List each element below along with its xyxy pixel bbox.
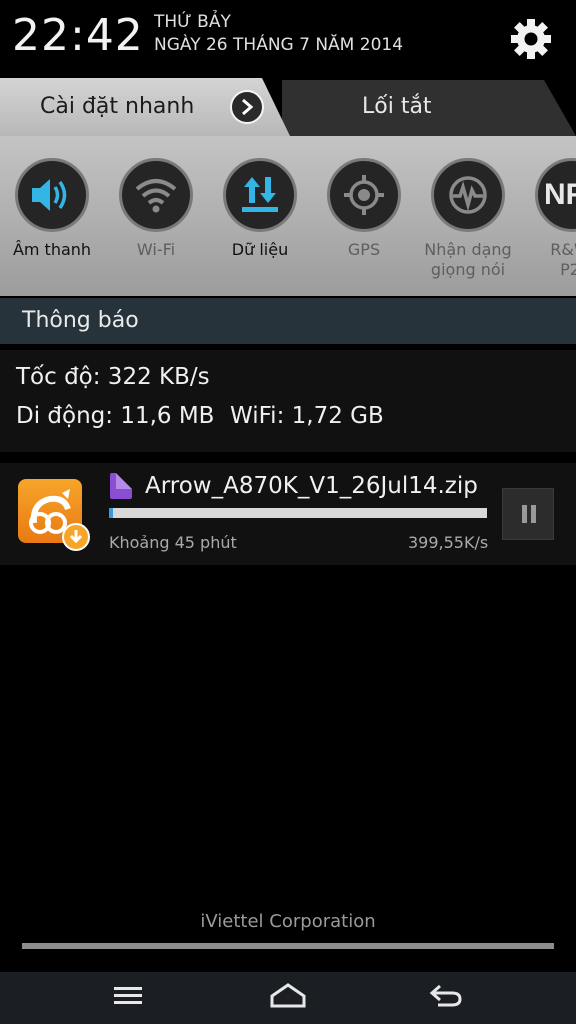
quick-toggle-label: R&W P2 <box>550 240 576 279</box>
tab-shortcuts-label: Lối tắt <box>362 94 432 119</box>
quick-toggle-gps[interactable]: GPS <box>312 158 416 260</box>
uc-browser-icon <box>18 479 90 551</box>
quick-toggle-nfc[interactable]: NF R&W P2 <box>520 158 576 280</box>
download-notification[interactable]: Arrow_A870K_V1_26Jul14.zip Khoảng 45 phú… <box>0 463 576 565</box>
quick-toggle-label: GPS <box>347 240 381 259</box>
quick-toggle-voice[interactable]: Nhận dạng giọng nói <box>416 158 520 280</box>
pause-button[interactable] <box>502 488 554 540</box>
notifications-title: Thông báo <box>22 308 139 333</box>
nfc-icon: NF <box>535 158 576 232</box>
chevron-right-icon[interactable] <box>230 90 264 124</box>
back-icon[interactable] <box>422 982 470 1016</box>
weekday: THỨ BẢY <box>154 12 231 32</box>
data-transfer-icon <box>223 158 297 232</box>
tab-quick-settings-label: Cài đặt nhanh <box>40 94 195 119</box>
quick-toggle-label: Wi-Fi <box>136 240 176 259</box>
menu-icon[interactable] <box>104 982 152 1016</box>
voice-recognition-icon <box>431 158 505 232</box>
wifi-icon <box>119 158 193 232</box>
nfc-icon-text: NF <box>544 178 576 211</box>
tab-shortcuts[interactable]: Lối tắt <box>282 80 576 136</box>
gps-icon <box>327 158 401 232</box>
traffic-speed: Tốc độ: 322 KB/s <box>16 364 210 390</box>
download-speed: 399,55K/s <box>408 533 489 552</box>
status-header: 22:42 THỨ BẢY NGÀY 26 THÁNG 7 NĂM 2014 <box>0 0 576 80</box>
traffic-mobile: Di động: 11,6 MB <box>16 403 215 429</box>
traffic-wifi: WiFi: 1,72 GB <box>230 403 384 429</box>
quick-toggle-label: Dữ liệu <box>231 240 289 259</box>
download-eta: Khoảng 45 phút <box>109 533 237 552</box>
clock[interactable]: 22:42 <box>12 10 144 61</box>
quick-toggle-data[interactable]: Dữ liệu <box>208 158 312 260</box>
carrier-name: iViettel Corporation <box>200 911 376 932</box>
navigation-bar <box>0 972 576 1024</box>
download-progress-bar <box>109 508 487 518</box>
quick-toggle-label: Âm thanh <box>12 240 92 259</box>
quick-settings-panel: Âm thanh Wi-Fi Dữ liệu GPS Nhận dạng giọ… <box>0 136 576 296</box>
download-filename: Arrow_A870K_V1_26Jul14.zip <box>145 473 478 499</box>
notifications-header: Thông báo <box>0 298 576 344</box>
speaker-icon <box>15 158 89 232</box>
zip-file-icon <box>110 473 132 499</box>
quick-toggle-sound[interactable]: Âm thanh <box>0 158 104 260</box>
panel-drag-handle[interactable] <box>22 943 554 949</box>
download-progress-fill <box>109 508 113 518</box>
date[interactable]: NGÀY 26 THÁNG 7 NĂM 2014 <box>154 35 403 55</box>
quick-toggle-wifi[interactable]: Wi-Fi <box>104 158 208 260</box>
quick-toggle-label: Nhận dạng giọng nói <box>424 240 512 279</box>
panel-tabs: Lối tắt Cài đặt nhanh <box>0 78 576 136</box>
traffic-notification[interactable]: Tốc độ: 322 KB/s Di động: 11,6 MB WiFi: … <box>0 350 576 452</box>
download-badge-icon <box>62 523 90 551</box>
home-icon[interactable] <box>264 982 312 1016</box>
settings-gear-icon[interactable] <box>510 18 552 60</box>
